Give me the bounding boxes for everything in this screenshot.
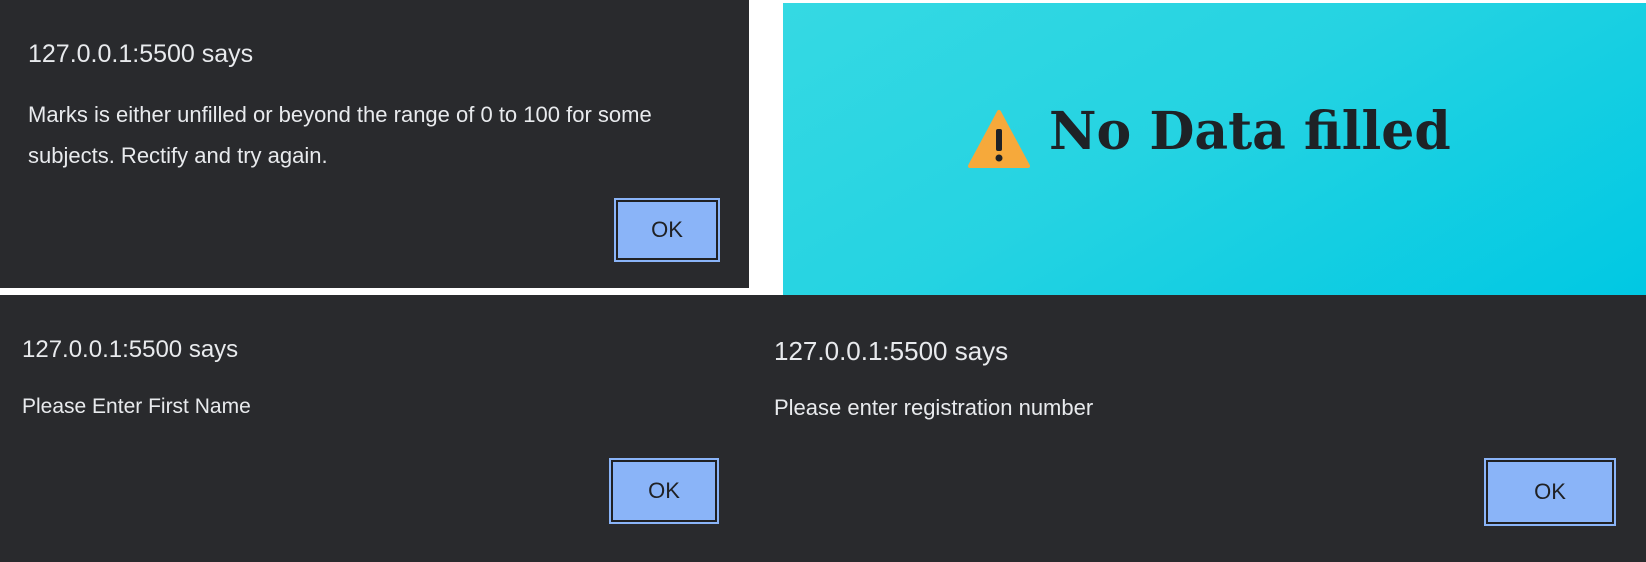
dialog-title: 127.0.0.1:5500 says xyxy=(22,336,239,363)
dialog-title: 127.0.0.1:5500 says xyxy=(774,336,1009,366)
alert-dialog-registration: 127.0.0.1:5500 says Please enter registr… xyxy=(742,295,1646,562)
dialog-message: Please Enter First Name xyxy=(22,395,251,418)
dialog-message: Marks is either unfilled or beyond the r… xyxy=(28,102,652,168)
ok-button[interactable]: OK xyxy=(614,198,720,262)
alert-dialog-first-name: 127.0.0.1:5500 says Please Enter First N… xyxy=(0,295,742,562)
no-data-toast: No Data filled xyxy=(783,3,1646,298)
ok-button[interactable]: OK xyxy=(1484,458,1616,526)
dialog-message: Please enter registration number xyxy=(774,395,1094,420)
dialog-title: 127.0.0.1:5500 says xyxy=(28,40,254,68)
warning-icon xyxy=(968,110,1030,168)
toast-message: No Data filled xyxy=(1049,101,1451,162)
alert-dialog-marks: 127.0.0.1:5500 says Marks is either unfi… xyxy=(0,0,749,288)
ok-button[interactable]: OK xyxy=(609,458,719,524)
